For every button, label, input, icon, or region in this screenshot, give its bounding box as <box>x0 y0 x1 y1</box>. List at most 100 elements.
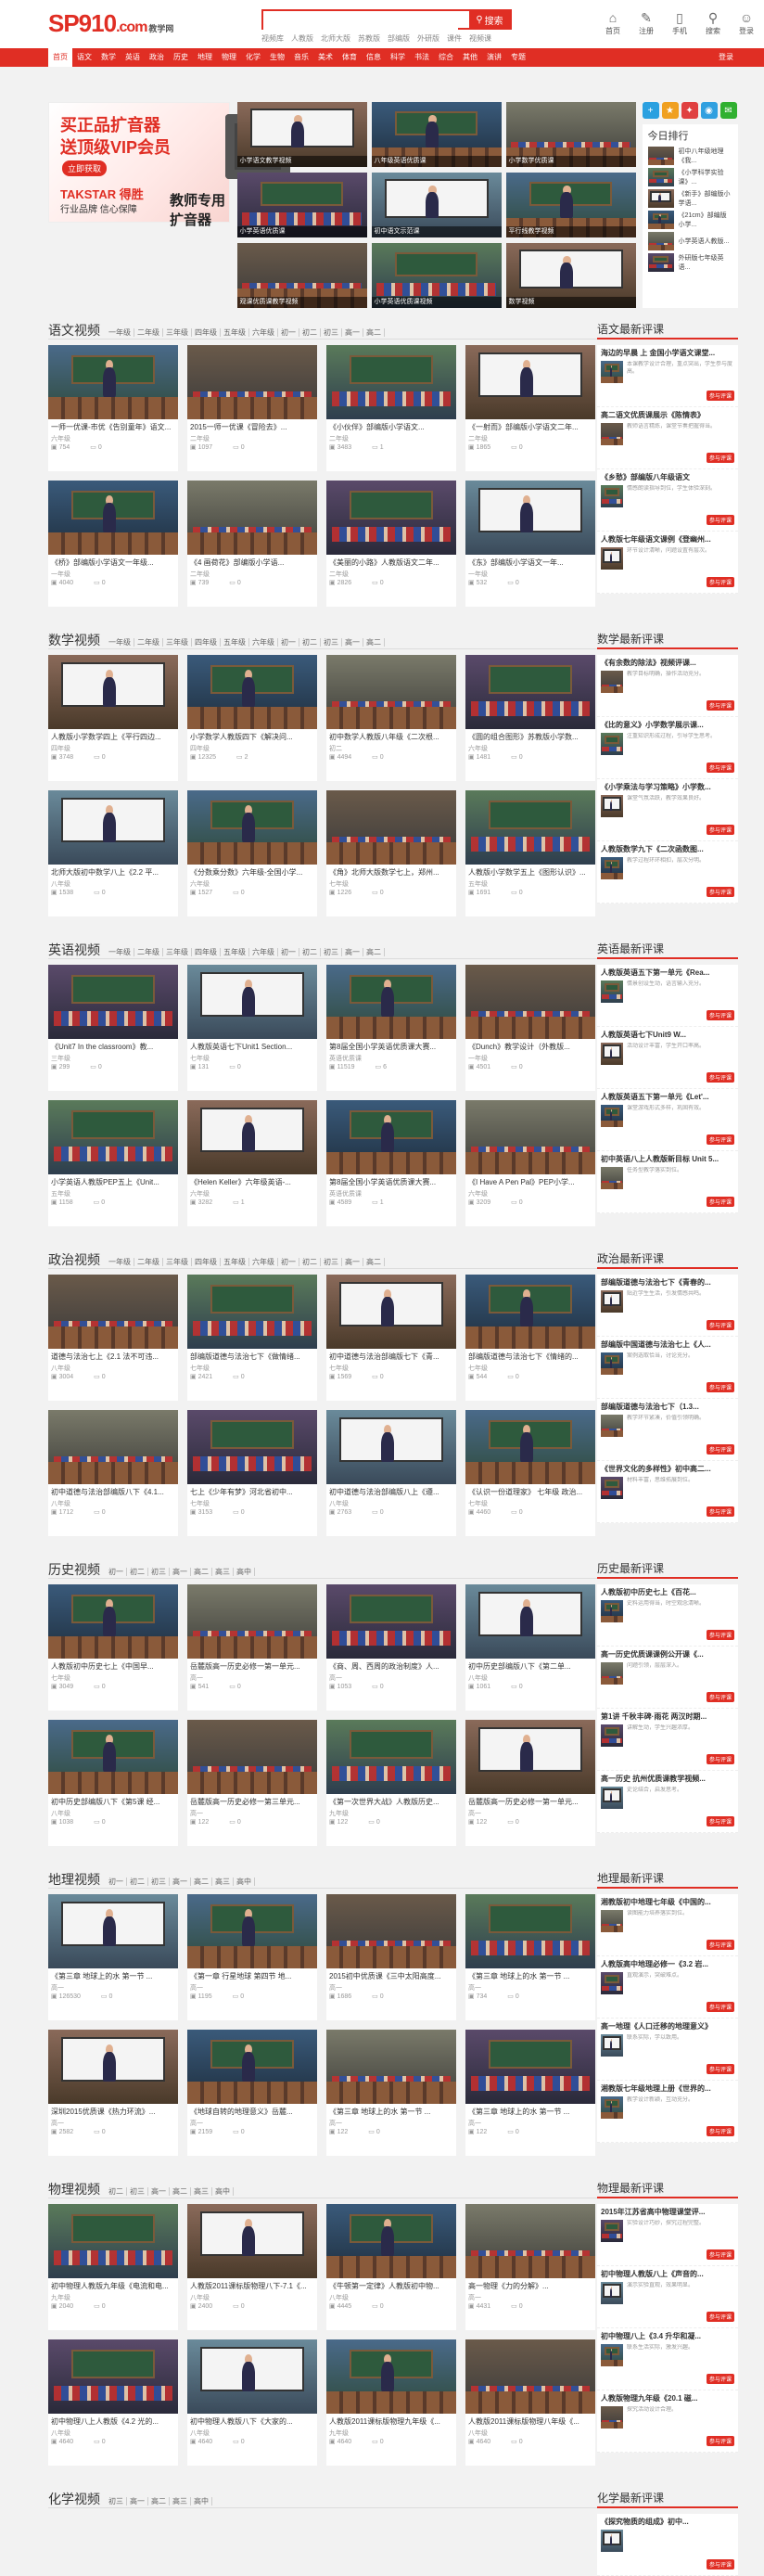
video-title[interactable]: 岳麓版高一历史必修一第一单元... <box>187 1659 317 1672</box>
top-icon-search[interactable]: ⚲ 搜索 <box>701 9 725 36</box>
video-title[interactable]: 《商、周、西周的政治制度》人... <box>326 1659 456 1672</box>
plus-icon[interactable]: + <box>642 102 659 119</box>
video-card[interactable]: 一师一优课-市优《告别童年》语文... 六年级 ▣ 754 ▭ 0 <box>48 345 178 471</box>
hot-word[interactable]: 苏教版 <box>358 33 380 44</box>
video-thumbnail[interactable] <box>326 1720 456 1794</box>
video-title[interactable]: 小学英语人教版PEP五上《Unit... <box>48 1174 178 1187</box>
review-item-title[interactable]: 《乡愁》部编版八年级语文 <box>601 472 734 482</box>
video-thumbnail[interactable] <box>48 2204 178 2278</box>
video-card[interactable]: 《Unit7 In the classroom》教... 三年级 ▣ 299 ▭ 0 <box>48 965 178 1091</box>
hot-word[interactable]: 课件 <box>447 33 462 44</box>
video-card[interactable]: 《美丽的小路》人教版语文二年... 二年级 ▣ 2826 ▭ 0 <box>326 481 456 607</box>
review-item[interactable]: 《比的意义》小学数学展示课... 注重知识形成过程，引导学生思考。 参与评课 <box>597 717 738 779</box>
grade-tag[interactable]: 三年级 <box>163 638 192 647</box>
nav-item[interactable]: 化学 <box>241 48 265 67</box>
video-title[interactable]: 《4 画荷花》部编版小学语... <box>187 555 317 568</box>
review-item[interactable]: 湘教版七年级地理上册《世界的... 教学设计新颖，互动充分。 参与评课 <box>597 2081 738 2143</box>
video-thumbnail[interactable] <box>48 1275 178 1349</box>
video-title[interactable]: 部编版道德与法治七下《做情绪... <box>187 1349 317 1362</box>
video-title[interactable]: 《小伙伴》部编版小学语文... <box>326 419 456 432</box>
video-thumbnail[interactable] <box>48 790 178 865</box>
video-card[interactable]: 2015一师一优课《冒险去》... 二年级 ▣ 1097 ▭ 0 <box>187 345 317 471</box>
review-button[interactable]: 参与评课 <box>706 391 734 401</box>
hot-word[interactable]: 北师大版 <box>321 33 350 44</box>
video-title[interactable]: 初中历史部编版八下《第5课 经... <box>48 1794 178 1807</box>
grade-tag[interactable]: 高二 <box>191 1568 212 1576</box>
review-item-title[interactable]: 高一地理《人口迁移的地理意义》 <box>601 2021 734 2031</box>
video-title[interactable]: 小学数学人教版四下《解决问... <box>187 729 317 742</box>
review-item[interactable]: 人教版高中地理必修一《3.2 岩... 直观演示，突破难点。 参与评课 <box>597 1956 738 2019</box>
review-item[interactable]: 部编版道德与法治七下（1.3... 教学环节紧凑，价值引领明确。 参与评课 <box>597 1399 738 1461</box>
ranking-item[interactable]: 《21cm》部编版小学... <box>647 211 732 229</box>
review-item-title[interactable]: 初中英语八上人教版新目标 Unit 5... <box>601 1154 734 1164</box>
site-logo[interactable]: SP910.com 教学网 <box>48 9 173 38</box>
video-title[interactable]: 《第一章 行星地球 第四节 地... <box>187 1968 317 1981</box>
grade-tag[interactable]: 二年级 <box>134 638 163 647</box>
video-thumbnail[interactable] <box>326 1100 456 1174</box>
video-thumbnail[interactable] <box>465 1410 595 1484</box>
video-title[interactable]: 2015一师一优课《冒险去》... <box>187 419 317 432</box>
section-title[interactable]: 数学视频 <box>48 631 100 649</box>
video-title[interactable]: 初中道德与法治部编版七下《青... <box>326 1349 456 1362</box>
grade-tag[interactable]: 六年级 <box>249 1258 278 1266</box>
video-card[interactable]: 初中道德与法治部编版七下《青... 七年级 ▣ 1569 ▭ 0 <box>326 1275 456 1401</box>
grade-tag[interactable]: 三年级 <box>163 328 192 337</box>
ranking-item[interactable]: 《小学科学实验课》... <box>647 168 732 186</box>
grade-tag[interactable]: 初二 <box>106 2187 127 2196</box>
video-card[interactable]: 初中历史部编版八下《第5课 经... 八年级 ▣ 1038 ▭ 0 <box>48 1720 178 1846</box>
video-thumbnail[interactable] <box>465 1100 595 1174</box>
video-card[interactable]: 《第一次世界大战》人教版历史... 九年级 ▣ 122 ▭ 0 <box>326 1720 456 1846</box>
review-item[interactable]: 《有余数的除法》视频评课... 教学目标明确，操作活动充分。 参与评课 <box>597 655 738 717</box>
review-item[interactable]: 人教版七年级语文课例《登幽州... 环节设计清晰，问题设置有层次。 参与评课 <box>597 532 738 594</box>
review-item[interactable]: 人教版数学九下《二次函数图... 教学过程环环相扣，层次分明。 参与评课 <box>597 841 738 904</box>
review-item-title[interactable]: 《比的意义》小学数学展示课... <box>601 720 734 730</box>
video-thumbnail[interactable] <box>48 1100 178 1174</box>
grade-tag[interactable]: 高一 <box>127 2497 148 2506</box>
ranking-item[interactable]: 小学英语人教版... <box>647 232 732 250</box>
review-item[interactable]: 海边的早晨 上 金国小学语文课堂... 本课教学设计合理，重点突出，学生参与度高。… <box>597 345 738 407</box>
video-title[interactable]: 北师大版初中数学八上《2.2 平... <box>48 865 178 878</box>
grade-tag[interactable]: 一年级 <box>106 638 134 647</box>
hero-video[interactable]: 小学英语优质课 <box>236 173 367 237</box>
video-card[interactable]: 部编版道德与法治七下《做情绪... 七年级 ▣ 2421 ▭ 0 <box>187 1275 317 1401</box>
hero-video[interactable]: 小学语文教学视频 <box>236 102 367 167</box>
review-item[interactable]: 第1讲 千秋丰碑·雨花 两汉时期... 讲解生动，学生兴趣浓厚。 参与评课 <box>597 1709 738 1771</box>
review-item[interactable]: 初中英语八上人教版新目标 Unit 5... 任务型教学落实到位。 参与评课 <box>597 1151 738 1213</box>
review-button[interactable]: 参与评课 <box>706 1072 734 1083</box>
video-title[interactable]: 部编版道德与法治七下《情绪的... <box>465 1349 595 1362</box>
grade-tag[interactable]: 一年级 <box>106 1258 134 1266</box>
video-card[interactable]: 《第三章 地球上的水 第一节 ... 高一 ▣ 126530 ▭ 0 <box>48 1894 178 2020</box>
video-card[interactable]: 第8届全国小学英语优质课大赛... 英语优质课 ▣ 4589 ▭ 1 <box>326 1100 456 1226</box>
video-card[interactable]: 部编版道德与法治七下《情绪的... 七年级 ▣ 544 ▭ 0 <box>465 1275 595 1401</box>
video-title[interactable]: 《Helen Keller》六年级英语-... <box>187 1174 317 1187</box>
grade-tag[interactable]: 初三 <box>148 1568 170 1576</box>
nav-item[interactable]: 音乐 <box>289 48 313 67</box>
section-title[interactable]: 物理视频 <box>48 2180 100 2198</box>
review-item[interactable]: 人教版初中历史七上《百花... 史料运用得当，时空观念清晰。 参与评课 <box>597 1584 738 1647</box>
video-card[interactable]: 道德与法治七上《2.1 法不可违... 八年级 ▣ 3004 ▭ 0 <box>48 1275 178 1401</box>
review-item-title[interactable]: 高一历史优质课课例公开课《... <box>601 1649 734 1660</box>
video-title[interactable]: 第8届全国小学英语优质课大赛... <box>326 1174 456 1187</box>
grade-tag[interactable]: 高二 <box>191 1878 212 1886</box>
video-card[interactable]: 小学英语人教版PEP五上《Unit... 五年级 ▣ 1158 ▭ 0 <box>48 1100 178 1226</box>
video-thumbnail[interactable] <box>326 481 456 555</box>
video-thumbnail[interactable] <box>187 1584 317 1659</box>
video-thumbnail[interactable] <box>48 345 178 419</box>
section-title[interactable]: 历史视频 <box>48 1560 100 1579</box>
video-title[interactable]: 《I Have A Pen Pal》PEP小学... <box>465 1174 595 1187</box>
grade-tag[interactable]: 初二 <box>299 328 321 337</box>
grade-tag[interactable]: 四年级 <box>192 328 221 337</box>
grade-tag[interactable]: 初一 <box>278 1258 299 1266</box>
video-title[interactable]: 人教版2011课标版物理八年级《... <box>465 2414 595 2427</box>
video-card[interactable]: 《认识一份道理家》 七年级 政治... 七年级 ▣ 4460 ▭ 0 <box>465 1410 595 1536</box>
grade-tag[interactable]: 初二 <box>299 1258 321 1266</box>
grade-tag[interactable]: 初三 <box>321 1258 342 1266</box>
review-button[interactable]: 参与评课 <box>706 825 734 835</box>
nav-item[interactable]: 书法 <box>410 48 434 67</box>
video-title[interactable]: 《第三章 地球上的水 第一节 ... <box>326 2104 456 2117</box>
review-item-title[interactable]: 《世界文化的多样性》初中高二... <box>601 1464 734 1474</box>
nav-item[interactable]: 科学 <box>386 48 410 67</box>
review-button[interactable]: 参与评课 <box>706 700 734 711</box>
video-thumbnail[interactable] <box>465 2339 595 2414</box>
video-thumbnail[interactable] <box>465 481 595 555</box>
